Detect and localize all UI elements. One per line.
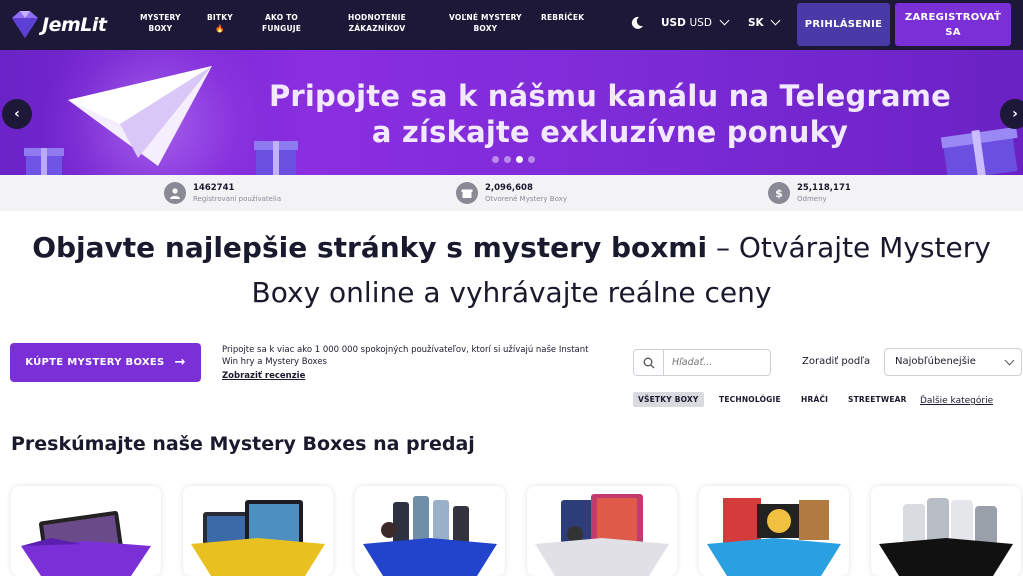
fire-icon: 🔥 [215,24,225,33]
nav-customer-reviews[interactable]: HODNOTENIE ZÁKAZNÍKOV [348,12,406,34]
banner-line: Pripojte sa k nášmu kanálu na Telegrame [268,79,952,113]
chevron-down-icon [1004,355,1015,366]
box-image [707,498,841,576]
nav-leaderboard[interactable]: REBRÍČEK [541,12,584,23]
banner-next-button[interactable]: › [1000,99,1023,129]
mystery-box-card[interactable] [11,486,161,576]
box-image [879,498,1013,576]
stats-bar: 1462741 Registrovaní používatelia 2,096,… [0,175,1023,211]
nav-how-it-works[interactable]: AKO TO FUNGUJE [262,12,301,34]
gift-icon [24,148,64,175]
mystery-box-card[interactable] [355,486,505,576]
banner-headline: Pripojte sa k nášmu kanálu na Telegrame … [230,78,990,150]
mystery-box-card[interactable] [699,486,849,576]
search-input[interactable] [664,357,764,368]
stat-number: 25,118,171 [797,182,851,193]
headline-line-2: Boxy online a vyhrávajte reálne ceny [251,276,772,309]
currency-code: USD [661,17,686,29]
arrow-right-icon: → [174,355,186,370]
chevron-down-icon [719,15,730,26]
nav-label: BOXY [148,24,173,33]
category-gamers[interactable]: HRÁČI [796,392,833,407]
sort-selected-value: Najobľúbenejšie [895,356,976,367]
nav-label: BOXY [473,24,498,33]
page-headline: Objavte najlepšie stránky s mystery boxm… [0,225,1023,315]
language-code: SK [748,17,764,29]
search-icon[interactable] [634,350,664,375]
nav-label: HODNOTENIE [348,13,406,22]
telegram-plane-icon [68,66,212,166]
nav-free-boxes[interactable]: VOĽNÉ MYSTERY BOXY [449,12,522,34]
search-box[interactable] [633,349,771,376]
mystery-box-card[interactable] [183,486,333,576]
currency-name: USD [689,17,712,29]
top-nav: JemLit MYSTERY BOXY BITKY 🔥 AKO TO FUNGU… [0,0,1023,50]
sort-label: Zoradiť podľa [802,356,871,367]
box-image [363,496,497,576]
sort-select[interactable]: Najobľúbenejšie [884,348,1022,376]
category-all-boxes[interactable]: VŠETKY BOXY [633,392,704,407]
box-image [535,494,669,576]
mystery-box-card[interactable] [527,486,677,576]
carousel-dot[interactable] [492,156,499,163]
carousel-dot-active[interactable] [516,156,523,163]
nav-label: REBRÍČEK [541,13,585,22]
more-categories-link[interactable]: Ďalšie kategórie [920,396,993,406]
dark-mode-moon-icon[interactable] [630,16,644,30]
login-button[interactable]: PRIHLÁSENIE [797,3,890,46]
logo[interactable]: JemLit [6,5,116,45]
box-icon [456,182,478,204]
diamond-logo-icon [12,11,38,38]
view-reviews-link[interactable]: Zobraziť recenzie [222,371,305,381]
logo-text: JemLit [42,14,107,36]
box-image [21,511,151,576]
nav-label: MYSTERY [140,13,181,22]
headline-rest: – Otvárajte Mystery [707,231,991,264]
dollar-icon: $ [768,182,790,204]
nav-label: BITKY [207,13,233,22]
carousel-dot[interactable] [528,156,535,163]
stat-opened-boxes: 2,096,608 Otvorené Mystery Boxy [456,182,567,204]
mystery-box-card[interactable] [871,486,1021,576]
stat-label: Registrovaní používatelia [193,194,282,203]
category-streetwear[interactable]: STREETWEAR [843,392,912,407]
nav-mystery-boxes[interactable]: MYSTERY BOXY [140,12,181,34]
stat-label: Otvorené Mystery Boxy [485,194,567,203]
nav-label: ZÁKAZNÍKOV [348,24,406,33]
stat-registered-users: 1462741 Registrovaní používatelia [164,182,281,204]
stat-label: Odmeny [797,194,827,203]
chevron-down-icon [770,15,781,26]
section-title: Preskúmajte naše Mystery Boxes na predaj [11,433,475,455]
box-image [191,500,325,576]
stat-number: 1462741 [193,182,235,193]
stat-number: 2,096,608 [485,182,533,193]
nav-label: AKO TO [265,13,299,22]
carousel-dots [492,156,535,163]
headline-bold: Objavte najlepšie stránky s mystery boxm… [32,231,708,264]
headline-line-1: Objavte najlepšie stránky s mystery boxm… [0,225,1023,270]
banner-prev-button[interactable]: ‹ [2,99,32,129]
category-technology[interactable]: TECHNOLÓGIE [714,392,786,407]
carousel-dot[interactable] [504,156,511,163]
cta-label: KÚPTE MYSTERY BOXES [25,357,165,368]
currency-selector[interactable]: USD USD [661,15,730,29]
cta-description: Pripojte sa k viac ako 1 000 000 spokojn… [222,345,589,367]
user-icon [164,182,186,204]
language-selector[interactable]: SK [748,15,781,29]
nav-label: VOĽNÉ MYSTERY [449,13,522,22]
buy-mystery-boxes-button[interactable]: KÚPTE MYSTERY BOXES → [10,343,201,382]
stat-rewards: $ 25,118,171 Odmeny [768,182,851,204]
nav-label: FUNGUJE [262,24,302,33]
register-button[interactable]: ZAREGISTROVAŤ SA [895,3,1011,46]
banner-line: a získajte exkluzívne ponuky [371,115,849,149]
nav-battles[interactable]: BITKY 🔥 [207,12,233,34]
